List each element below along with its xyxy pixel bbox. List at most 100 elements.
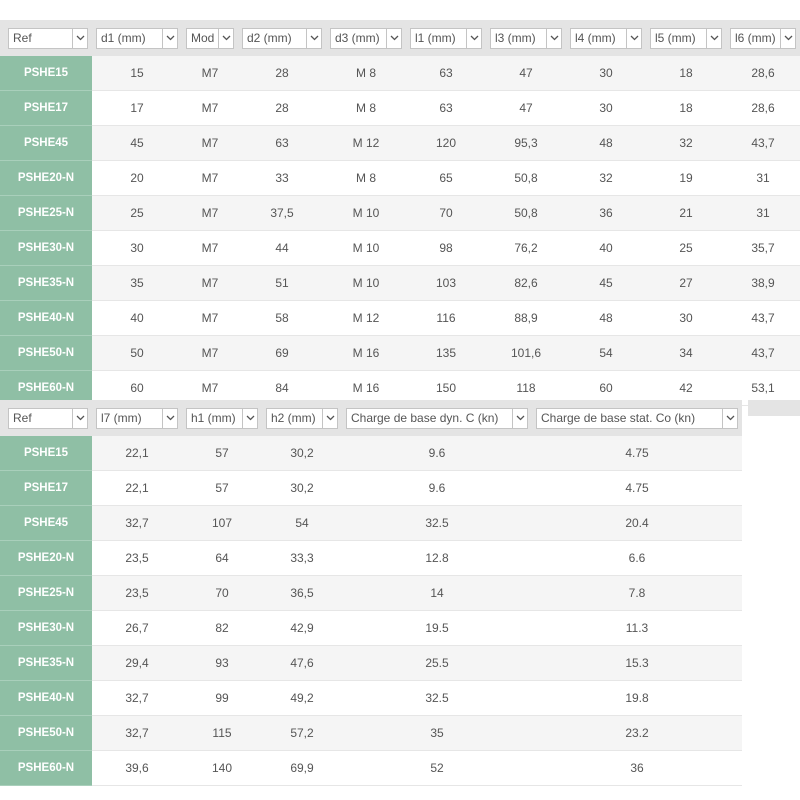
- table-cell: 40: [566, 230, 646, 266]
- column-filter-label: Mod: [191, 31, 215, 45]
- table-cell: 22,1: [92, 436, 182, 471]
- table-cell: 40: [92, 300, 182, 336]
- column-filter-l7-mm-select[interactable]: l7 (mm): [96, 407, 178, 429]
- column-filter-label: d2 (mm): [247, 31, 292, 45]
- column-filter-label: h1 (mm): [191, 411, 236, 425]
- table-cell: 20.4: [532, 505, 742, 541]
- ref-cell: PSHE50-N: [0, 335, 92, 371]
- column-header-h2-mm: h2 (mm): [262, 400, 342, 436]
- chevron-down-icon[interactable]: [512, 408, 527, 428]
- column-header-charge-de-base-dyn-c-kn: Charge de base dyn. C (kn): [342, 400, 532, 436]
- table-cell: 23,5: [92, 540, 182, 576]
- table-row: PSHE30-N 30 M7 44 M 10 98 76,2 40 25 35,7: [0, 230, 800, 266]
- column-filter-l3-mm-select[interactable]: l3 (mm): [490, 27, 562, 49]
- table-cell: 54: [262, 505, 342, 541]
- table-cell: 69: [238, 335, 326, 371]
- column-filter-d2-mm-select[interactable]: d2 (mm): [242, 27, 322, 49]
- chevron-down-icon[interactable]: [162, 28, 177, 48]
- ref-cell: PSHE20-N: [0, 160, 92, 196]
- ref-cell: PSHE25-N: [0, 195, 92, 231]
- table-cell: 32: [566, 160, 646, 196]
- table-cell: 47,6: [262, 645, 342, 681]
- table-cell: M7: [182, 230, 238, 266]
- table-cell: M 12: [326, 300, 406, 336]
- chevron-down-icon[interactable]: [218, 28, 233, 48]
- chevron-down-icon[interactable]: [626, 28, 641, 48]
- table-cell: 19: [646, 160, 726, 196]
- table-cell: 22,1: [92, 470, 182, 506]
- table-cell: 57: [182, 436, 262, 471]
- column-filter-ref-select[interactable]: Ref: [8, 27, 88, 49]
- table-cell: 93: [182, 645, 262, 681]
- column-filter-h1-mm-select[interactable]: h1 (mm): [186, 407, 258, 429]
- chevron-down-icon[interactable]: [722, 408, 737, 428]
- table-cell: M 10: [326, 195, 406, 231]
- table-row: PSHE40-N 32,7 99 49,2 32.5 19.8: [0, 680, 742, 716]
- table-cell: 32,7: [92, 715, 182, 751]
- column-header-l4-mm: l4 (mm): [566, 20, 646, 56]
- table-cell: 35,7: [726, 230, 800, 266]
- column-filter-label: l7 (mm): [101, 411, 142, 425]
- column-filter-label: Ref: [13, 31, 32, 45]
- table-cell: M 10: [326, 230, 406, 266]
- table-cell: 18: [646, 56, 726, 91]
- table-cell: 35: [342, 715, 532, 751]
- table-cell: M 16: [326, 335, 406, 371]
- chevron-down-icon[interactable]: [386, 28, 401, 48]
- table-cell: 88,9: [486, 300, 566, 336]
- table-cell: M 12: [326, 125, 406, 161]
- chevron-down-icon[interactable]: [72, 408, 87, 428]
- table-cell: 43,7: [726, 125, 800, 161]
- column-filter-l5-mm-select[interactable]: l5 (mm): [650, 27, 722, 49]
- chevron-down-icon[interactable]: [242, 408, 257, 428]
- table-cell: 50,8: [486, 195, 566, 231]
- column-filter-h2-mm-select[interactable]: h2 (mm): [266, 407, 338, 429]
- table-cell: 32: [646, 125, 726, 161]
- chevron-down-icon[interactable]: [306, 28, 321, 48]
- table-header-row: Ref d1 (mm) Mod d2 (mm) d3 (mm) l1 (mm) l3 (mm…: [0, 20, 800, 56]
- column-header-l1-mm: l1 (mm): [406, 20, 486, 56]
- column-filter-mod-select[interactable]: Mod: [186, 27, 234, 49]
- chevron-down-icon[interactable]: [546, 28, 561, 48]
- column-header-ref: Ref: [0, 20, 92, 56]
- table-cell: 101,6: [486, 335, 566, 371]
- column-filter-charge-de-base-dyn-c-kn-select[interactable]: Charge de base dyn. C (kn): [346, 407, 528, 429]
- chevron-down-icon[interactable]: [162, 408, 177, 428]
- column-filter-ref-select[interactable]: Ref: [8, 407, 88, 429]
- column-header-ref: Ref: [0, 400, 92, 436]
- column-filter-charge-de-base-stat-co-kn-select[interactable]: Charge de base stat. Co (kn): [536, 407, 738, 429]
- table-cell: 63: [406, 90, 486, 126]
- column-filter-l6-mm-select[interactable]: l6 (mm): [730, 27, 796, 49]
- chevron-down-icon[interactable]: [72, 28, 87, 48]
- column-filter-l1-mm-select[interactable]: l1 (mm): [410, 27, 482, 49]
- ref-cell: PSHE25-N: [0, 575, 92, 611]
- table-row: PSHE25-N 25 M7 37,5 M 10 70 50,8 36 21 31: [0, 195, 800, 231]
- table-cell: 15.3: [532, 645, 742, 681]
- chevron-down-icon[interactable]: [322, 408, 337, 428]
- table-cell: 4.75: [532, 470, 742, 506]
- column-filter-d1-mm-select[interactable]: d1 (mm): [96, 27, 178, 49]
- table-row: PSHE45 32,7 107 54 32.5 20.4: [0, 505, 742, 541]
- table-cell: 4.75: [532, 436, 742, 471]
- table-cell: 43,7: [726, 300, 800, 336]
- table-cell: 44: [238, 230, 326, 266]
- chevron-down-icon[interactable]: [706, 28, 721, 48]
- ref-cell: PSHE15: [0, 436, 92, 471]
- column-header-mod: Mod: [182, 20, 238, 56]
- table-cell: M7: [182, 335, 238, 371]
- chevron-down-icon[interactable]: [466, 28, 481, 48]
- chevron-down-icon[interactable]: [780, 28, 795, 48]
- ref-cell: PSHE45: [0, 125, 92, 161]
- ref-cell: PSHE20-N: [0, 540, 92, 576]
- column-header-l7-mm: l7 (mm): [92, 400, 182, 436]
- table-row: PSHE17 22,1 57 30,2 9.6 4.75: [0, 470, 742, 506]
- table-cell: 32.5: [342, 505, 532, 541]
- table-cell: 50,8: [486, 160, 566, 196]
- column-filter-d3-mm-select[interactable]: d3 (mm): [330, 27, 402, 49]
- table-row: PSHE17 17 M7 28 M 8 63 47 30 18 28,6: [0, 90, 800, 126]
- table-cell: 27: [646, 265, 726, 301]
- table-cell: 33: [238, 160, 326, 196]
- table-cell: 30: [92, 230, 182, 266]
- table-cell: 25.5: [342, 645, 532, 681]
- column-filter-l4-mm-select[interactable]: l4 (mm): [570, 27, 642, 49]
